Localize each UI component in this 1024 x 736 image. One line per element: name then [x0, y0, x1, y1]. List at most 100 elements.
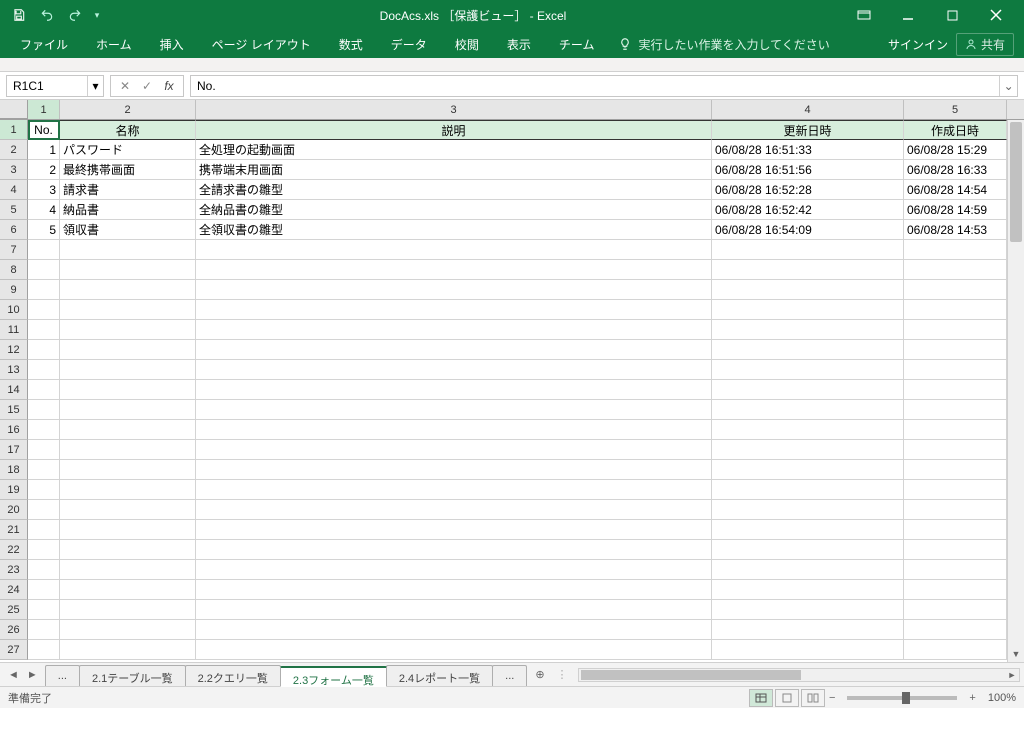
empty-cell[interactable]	[712, 400, 904, 420]
empty-cell[interactable]	[712, 340, 904, 360]
tab-team[interactable]: チーム	[545, 30, 609, 59]
empty-cell[interactable]	[60, 260, 196, 280]
vscroll-thumb[interactable]	[1010, 122, 1022, 242]
empty-cell[interactable]	[28, 440, 60, 460]
empty-cell[interactable]	[60, 380, 196, 400]
cell-name[interactable]: パスワード	[60, 140, 196, 160]
empty-cell[interactable]	[196, 340, 712, 360]
select-all-triangle[interactable]	[0, 100, 28, 119]
empty-cell[interactable]	[60, 600, 196, 620]
empty-cell[interactable]	[196, 320, 712, 340]
tab-review[interactable]: 校閲	[441, 30, 493, 59]
empty-cell[interactable]	[904, 420, 1007, 440]
empty-cell[interactable]	[196, 600, 712, 620]
empty-cell[interactable]	[196, 440, 712, 460]
cell-desc[interactable]: 全請求書の雛型	[196, 180, 712, 200]
view-page-break-icon[interactable]	[801, 689, 825, 707]
cell-upd[interactable]: 06/08/28 16:51:33	[712, 140, 904, 160]
cell-name[interactable]: 最終携帯画面	[60, 160, 196, 180]
tab-home[interactable]: ホーム	[82, 30, 146, 59]
empty-cell[interactable]	[28, 520, 60, 540]
empty-cell[interactable]	[28, 460, 60, 480]
col-header-3[interactable]: 3	[196, 100, 712, 119]
redo-icon[interactable]	[62, 3, 88, 27]
scroll-right-icon[interactable]: ►	[1005, 669, 1019, 681]
zoom-in-icon[interactable]: +	[965, 692, 979, 704]
empty-cell[interactable]	[712, 360, 904, 380]
zoom-slider[interactable]	[847, 696, 957, 700]
empty-cell[interactable]	[712, 260, 904, 280]
cell-cre-header[interactable]: 作成日時	[904, 120, 1007, 140]
empty-cell[interactable]	[904, 340, 1007, 360]
row-header[interactable]: 16	[0, 420, 28, 440]
empty-cell[interactable]	[712, 420, 904, 440]
empty-cell[interactable]	[196, 540, 712, 560]
row-header[interactable]: 19	[0, 480, 28, 500]
sheet-tab-0[interactable]: 2.1テーブル一覧	[79, 665, 186, 686]
empty-cell[interactable]	[28, 640, 60, 660]
empty-cell[interactable]	[904, 600, 1007, 620]
empty-cell[interactable]	[904, 440, 1007, 460]
empty-cell[interactable]	[60, 440, 196, 460]
empty-cell[interactable]	[60, 540, 196, 560]
empty-cell[interactable]	[904, 580, 1007, 600]
empty-cell[interactable]	[28, 500, 60, 520]
empty-cell[interactable]	[28, 320, 60, 340]
empty-cell[interactable]	[196, 380, 712, 400]
empty-cell[interactable]	[904, 520, 1007, 540]
sheet-nav-arrows[interactable]: ◄ ►	[0, 663, 46, 686]
empty-cell[interactable]	[60, 240, 196, 260]
empty-cell[interactable]	[28, 540, 60, 560]
empty-cell[interactable]	[60, 340, 196, 360]
cell-name[interactable]: 請求書	[60, 180, 196, 200]
row-header[interactable]: 21	[0, 520, 28, 540]
empty-cell[interactable]	[712, 320, 904, 340]
undo-icon[interactable]	[34, 3, 60, 27]
minimize-icon[interactable]	[886, 1, 930, 29]
cell-upd[interactable]: 06/08/28 16:52:42	[712, 200, 904, 220]
sheet-tab-3[interactable]: 2.4レポート一覧	[386, 665, 493, 686]
empty-cell[interactable]	[904, 320, 1007, 340]
signin-link[interactable]: サインイン	[888, 36, 948, 53]
empty-cell[interactable]	[28, 340, 60, 360]
empty-cell[interactable]	[28, 420, 60, 440]
col-header-4[interactable]: 4	[712, 100, 904, 119]
qat-customize-icon[interactable]: ▾	[90, 3, 104, 27]
row-header[interactable]: 20	[0, 500, 28, 520]
cell-upd-header[interactable]: 更新日時	[712, 120, 904, 140]
hscroll-thumb[interactable]	[581, 670, 801, 680]
empty-cell[interactable]	[60, 320, 196, 340]
empty-cell[interactable]	[60, 280, 196, 300]
cell-no[interactable]: 1	[28, 140, 60, 160]
horizontal-scrollbar[interactable]: ◄ ►	[578, 668, 1020, 682]
namebox-dropdown-icon[interactable]: ▾	[87, 76, 103, 96]
empty-cell[interactable]	[60, 560, 196, 580]
sheet-nav-prev-icon[interactable]: ◄	[8, 669, 19, 681]
row-header[interactable]: 2	[0, 140, 28, 160]
empty-cell[interactable]	[60, 620, 196, 640]
name-box-input[interactable]	[7, 76, 87, 96]
cell-no[interactable]: 2	[28, 160, 60, 180]
zoom-slider-knob[interactable]	[902, 692, 910, 704]
empty-cell[interactable]	[904, 380, 1007, 400]
empty-cell[interactable]	[712, 540, 904, 560]
row-header[interactable]: 13	[0, 360, 28, 380]
row-header[interactable]: 8	[0, 260, 28, 280]
tab-formulas[interactable]: 数式	[325, 30, 377, 59]
empty-cell[interactable]	[196, 620, 712, 640]
share-button[interactable]: 共有	[956, 33, 1014, 56]
cell-cre[interactable]: 06/08/28 14:59	[904, 200, 1007, 220]
empty-cell[interactable]	[196, 640, 712, 660]
tell-me-search[interactable]: 実行したい作業を入力してください	[618, 36, 829, 53]
empty-cell[interactable]	[60, 500, 196, 520]
empty-cell[interactable]	[196, 260, 712, 280]
tab-page-layout[interactable]: ページ レイアウト	[198, 30, 325, 59]
cell-desc-header[interactable]: 説明	[196, 120, 712, 140]
empty-cell[interactable]	[196, 460, 712, 480]
empty-cell[interactable]	[28, 300, 60, 320]
empty-cell[interactable]	[904, 360, 1007, 380]
empty-cell[interactable]	[712, 240, 904, 260]
empty-cell[interactable]	[712, 620, 904, 640]
empty-cell[interactable]	[60, 480, 196, 500]
empty-cell[interactable]	[28, 620, 60, 640]
